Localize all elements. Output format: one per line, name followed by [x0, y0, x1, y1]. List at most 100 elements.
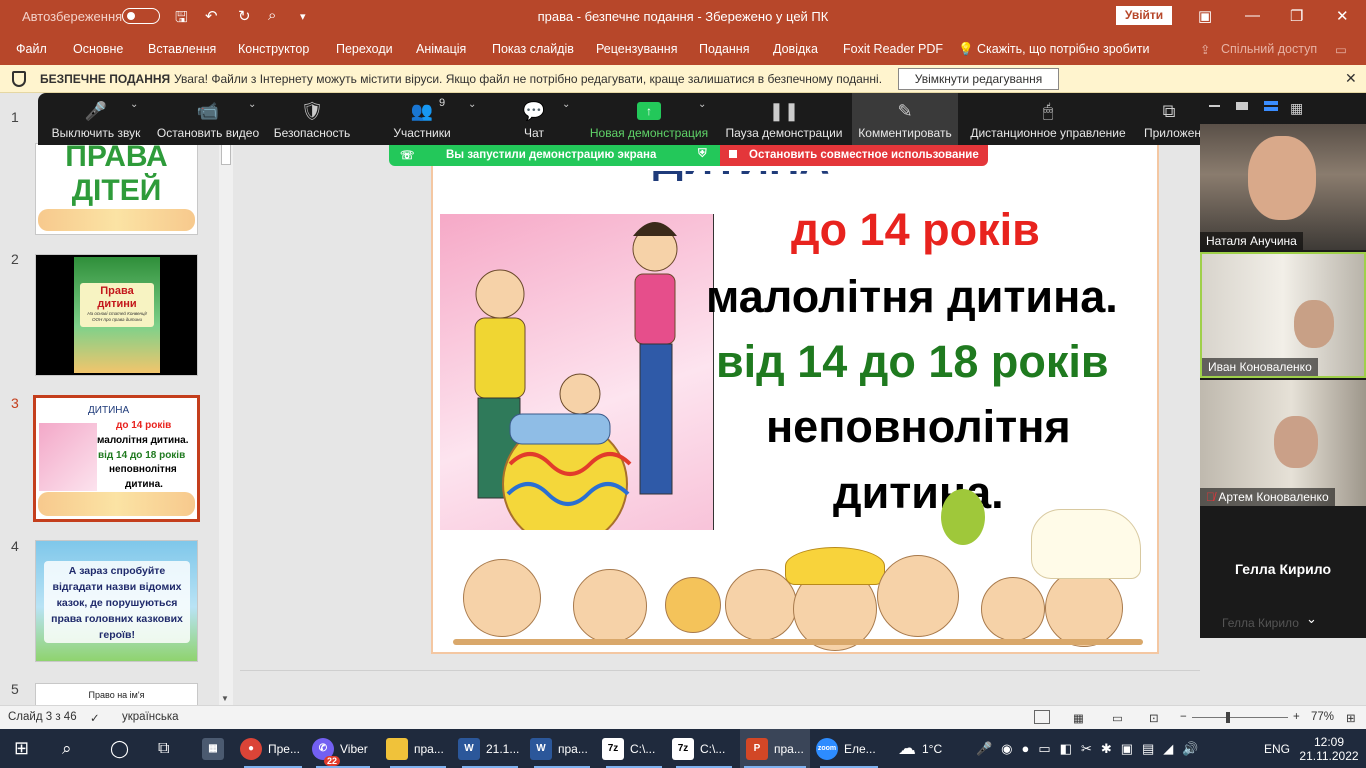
annotate-button[interactable]: ✎ Комментировать — [852, 93, 958, 145]
taskbar-chrome[interactable]: ● Пре... — [240, 729, 306, 768]
cortana-button[interactable]: ◯ — [110, 729, 129, 768]
reading-view-icon[interactable]: ▭ — [1112, 711, 1123, 725]
sharing-status-text: Вы запустили демонстрацию экрана — [446, 149, 657, 161]
tab-insert[interactable]: Вставлення — [148, 42, 216, 56]
kid-face — [573, 569, 647, 643]
zoom-slider-thumb[interactable] — [1226, 712, 1230, 723]
thumbnail-line: до 14 років — [116, 420, 172, 431]
calculator-button[interactable]: ▦ — [202, 729, 230, 768]
chevron-down-icon[interactable]: ⌄ — [698, 99, 706, 110]
chevron-down-icon[interactable]: ⌄ — [468, 99, 476, 110]
thumbnail-line: малолітня дитина. — [97, 435, 189, 446]
taskbar-label: Пре... — [268, 741, 300, 756]
taskbar-word-2[interactable]: Wпра... — [530, 729, 594, 768]
start-button[interactable]: ⊞ — [14, 729, 29, 768]
shield-icon: 🛡 — [300, 101, 324, 121]
security-button[interactable]: 🛡 Безопасность — [270, 93, 354, 145]
7zip-icon: 7z — [672, 737, 694, 760]
task-view-button[interactable]: ⧉ — [158, 729, 169, 768]
participants-button[interactable]: 👥 9 Участники — [388, 93, 456, 145]
clock[interactable]: 12:09 21.11.2022 — [1298, 729, 1360, 768]
chevron-down-icon[interactable]: ⌄ — [562, 99, 570, 110]
clock-date: 21.11.2022 — [1299, 748, 1359, 763]
tab-animations[interactable]: Анімація — [416, 42, 466, 56]
shield-icon — [12, 71, 26, 87]
taskbar-word-1[interactable]: W 21.1... — [458, 729, 522, 768]
calculator-icon: ▦ — [202, 737, 224, 760]
signin-button[interactable]: Увійти — [1116, 6, 1172, 25]
ribbon-display-icon[interactable]: ▣ — [1198, 7, 1212, 25]
tab-slideshow[interactable]: Показ слайдів — [492, 42, 574, 56]
participant-video-2[interactable]: Иван Коноваленко — [1200, 252, 1366, 378]
language-switch[interactable]: ENG — [1264, 729, 1290, 768]
close-icon[interactable]: ✕ — [1345, 70, 1357, 87]
taskbar-7zip-1[interactable]: 7z C:\... — [602, 729, 666, 768]
apps-button[interactable]: ⧉ Приложен — [1138, 93, 1200, 145]
taskbar-explorer[interactable]: пра... — [386, 729, 450, 768]
enable-editing-button[interactable]: Увімкнути редагування — [898, 68, 1059, 90]
slide-sorter-icon[interactable]: ▦ — [1073, 711, 1084, 725]
participant-video-3[interactable]: 🎙̸ Артем Коноваленко — [1200, 380, 1366, 506]
slide-thumbnail-2[interactable]: Права дитини На основі статей Конвенції … — [35, 254, 198, 376]
weather-widget[interactable]: ☁ 1°C — [898, 729, 942, 768]
scroll-down-icon[interactable]: ▼ — [221, 694, 229, 703]
title-bar: Автозбереження 🖫 ↶ ↻ ⌕ ▾ права - безпечн… — [0, 0, 1366, 32]
taskbar-zoom[interactable]: zoom Еле... — [816, 729, 882, 768]
chevron-down-icon[interactable]: ⌄ — [130, 99, 138, 110]
normal-view-icon[interactable] — [1034, 710, 1050, 724]
gallery-view-icon[interactable]: ▦ — [1290, 100, 1303, 117]
minimize-icon[interactable] — [1209, 105, 1220, 107]
share-button[interactable]: Спільний доступ — [1221, 42, 1317, 56]
tell-me-search[interactable]: Скажіть, що потрібно зробити — [977, 42, 1150, 56]
tab-view[interactable]: Подання — [699, 42, 749, 56]
slide-thumbnail-5[interactable]: Право на ім'я — [35, 683, 198, 705]
chevron-down-icon[interactable]: ⌄ — [1306, 611, 1317, 627]
chevron-down-icon[interactable]: ⌄ — [248, 99, 256, 110]
thumbnail-scrollbar[interactable]: ▼ — [219, 93, 233, 705]
zoom-slider[interactable] — [1192, 717, 1288, 718]
comments-icon[interactable]: ▭ — [1335, 42, 1347, 57]
language-indicator[interactable]: українська — [122, 711, 179, 723]
apps-icon: ⧉ — [1162, 101, 1176, 121]
tab-file[interactable]: Файл — [16, 42, 47, 56]
slide-thumbnail-1[interactable]: ПРАВА ДІТЕЙ — [35, 143, 198, 235]
chat-button[interactable]: 💬 Чат — [514, 93, 554, 145]
taskbar-7zip-2[interactable]: 7z C:\... — [672, 729, 736, 768]
spellcheck-icon[interactable]: ✓ — [90, 711, 100, 725]
zoom-level[interactable]: 77% — [1311, 711, 1334, 723]
participant-tile-4[interactable]: Гелла Кирило Гелла Кирило ⌄ — [1200, 508, 1366, 634]
participant-video-1[interactable]: Наталя Анучина — [1200, 124, 1366, 250]
slide-canvas[interactable]: ДИТИНА до 14 років малолітня дитина. від… — [431, 97, 1159, 654]
slideshow-icon[interactable]: ⊡ — [1149, 711, 1159, 725]
microphone-icon: 🎤 — [84, 101, 108, 121]
stop-video-button[interactable]: 📹 Остановить видео — [156, 93, 260, 145]
zoom-in-icon[interactable]: + — [1293, 711, 1300, 723]
tab-transitions[interactable]: Переходи — [336, 42, 393, 56]
shield-icon: ⛨ — [698, 148, 707, 160]
participant-face — [1248, 136, 1316, 220]
stop-share-button[interactable]: Остановить совместное использование — [720, 145, 988, 166]
button-label: Чат — [524, 126, 544, 140]
tab-foxit[interactable]: Foxit Reader PDF — [843, 42, 943, 56]
tab-home[interactable]: Основне — [73, 42, 123, 56]
tab-help[interactable]: Довідка — [773, 42, 818, 56]
search-button[interactable]: ⌕ — [62, 729, 72, 768]
zoom-out-icon[interactable]: − — [1180, 711, 1187, 723]
fit-to-window-icon[interactable]: ⊞ — [1346, 711, 1356, 725]
scrollbar-thumb[interactable] — [221, 143, 231, 165]
slide-thumbnail-4[interactable]: А зараз спробуйте відгадати назви відоми… — [35, 540, 198, 662]
slide-thumbnail-3-selected[interactable]: ДИТИНА до 14 років малолітня дитина. від… — [33, 395, 200, 522]
taskbar-powerpoint[interactable]: Pпра... — [740, 729, 810, 768]
tab-design[interactable]: Конструктор — [238, 42, 309, 56]
remote-control-button[interactable]: 🖱 Дистанционное управление — [968, 93, 1128, 145]
tab-review[interactable]: Рецензування — [596, 42, 677, 56]
close-icon[interactable]: ✕ — [1336, 7, 1349, 25]
speaker-view-icon[interactable] — [1264, 101, 1278, 111]
thumbnail-view-icon[interactable] — [1236, 102, 1248, 110]
new-share-button[interactable]: ↑ Новая демонстрация — [588, 93, 710, 145]
minimize-icon[interactable]: — — [1245, 7, 1260, 24]
system-tray[interactable]: 🎤◉●▭◧✂✱▣▤◢🔊 — [976, 729, 1207, 768]
pause-share-button[interactable]: ❚❚ Пауза демонстрации — [724, 93, 844, 145]
taskbar-viber[interactable]: ✆ 22 Viber — [312, 729, 374, 768]
restore-icon[interactable]: ❐ — [1290, 7, 1303, 25]
